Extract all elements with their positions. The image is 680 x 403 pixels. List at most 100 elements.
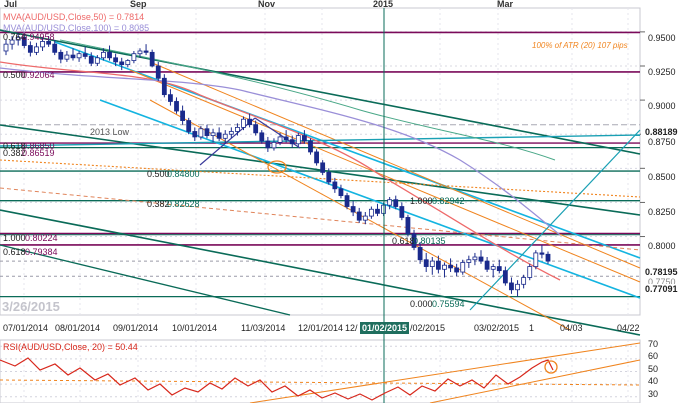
- date-tick: 04/03: [560, 323, 583, 333]
- candle-body: [338, 188, 344, 197]
- price-tag: 0.88189: [645, 127, 678, 137]
- candle-body: [484, 260, 490, 270]
- candle-body: [509, 282, 514, 291]
- top-axis-label: 2015: [373, 0, 393, 9]
- candle-body: [125, 60, 131, 66]
- rsi-axis: 70 60 50 40 30: [648, 339, 658, 399]
- price-tag: 0.77091: [645, 284, 678, 294]
- candle-body: [399, 206, 405, 218]
- rsi-tick: 40: [648, 376, 658, 386]
- atr-label: 100% of ATR (20) 107 pips: [532, 41, 628, 50]
- candle-body: [216, 132, 222, 139]
- top-axis-label: Sep: [130, 0, 147, 9]
- candle-body: [3, 43, 9, 52]
- candle-body: [168, 94, 173, 102]
- candle-body: [545, 253, 551, 262]
- rsi-tick: 60: [648, 351, 658, 361]
- fib-level-label: 0.80224: [25, 233, 58, 243]
- top-axis-label: Nov: [258, 0, 275, 9]
- candle-body: [454, 267, 460, 273]
- fib-ratio-label: 0.000: [410, 299, 433, 309]
- candle-body: [460, 262, 466, 273]
- date-tick: 12/: [345, 323, 358, 333]
- candle-body: [119, 61, 125, 66]
- price-tick: 0.9250: [648, 67, 676, 77]
- legend-ma50: MVA(AUD/USD,Close,50) = 0.7814: [3, 12, 144, 22]
- candle-body: [143, 50, 149, 53]
- fib-ratio-label: 0.618: [392, 236, 415, 246]
- candle-body: [472, 256, 478, 261]
- rsi-tick: 50: [648, 364, 658, 374]
- price-tick: 0.8250: [648, 207, 676, 217]
- date-tick: /02/2015: [410, 323, 445, 333]
- candle-body: [356, 211, 362, 221]
- candle-body: [515, 283, 520, 291]
- price-tag: 0.78195: [645, 267, 678, 277]
- candle-body: [362, 215, 368, 221]
- candle-body: [259, 132, 265, 142]
- candle-body: [107, 51, 112, 59]
- fib-level-label: 0.82628: [167, 199, 200, 209]
- top-axis-label: Mar: [497, 0, 514, 9]
- candle-body: [82, 53, 88, 57]
- candle-body: [113, 57, 119, 63]
- candle-body: [161, 77, 167, 96]
- candle-body: [155, 65, 161, 79]
- candle-body: [76, 53, 82, 59]
- price-tick: 0.8500: [648, 172, 676, 182]
- candle-body: [435, 260, 441, 270]
- fib-level-label: 0.82942: [432, 196, 465, 206]
- candle-body: [350, 206, 356, 213]
- date-tick: 07/01/2014: [3, 323, 48, 333]
- candle-body: [466, 259, 472, 263]
- fib-level-label: 0.86519: [22, 148, 55, 158]
- legend: MVA(AUD/USD,Close,50) = 0.7814 MVA(AUD/U…: [3, 12, 149, 33]
- date-tick: 12/01/2014: [298, 323, 343, 333]
- candle-body: [222, 133, 228, 139]
- top-axis-label: Jul: [4, 0, 17, 9]
- price-tick: 0.9500: [648, 33, 676, 43]
- candle-body: [58, 51, 64, 60]
- fib-ratio-label: 1.000: [3, 233, 26, 243]
- candle-body: [70, 54, 76, 59]
- candle-body: [27, 45, 33, 53]
- candle-body: [198, 128, 204, 138]
- candle-body: [137, 50, 143, 55]
- candle-body: [368, 208, 374, 217]
- candle-body: [320, 162, 326, 173]
- date-tick: 08/01/2014: [55, 323, 100, 333]
- candle: [344, 192, 350, 210]
- candle-body: [247, 118, 252, 126]
- candle-body: [405, 217, 411, 235]
- candle-body: [88, 56, 94, 64]
- fib-level-label: 0.94958: [22, 32, 55, 42]
- candle-body: [429, 260, 435, 267]
- date-tick-highlight: 01/02/2015: [362, 323, 407, 333]
- candle-body: [174, 101, 179, 112]
- price-tick: 0.9000: [648, 101, 676, 111]
- candle-body: [186, 120, 192, 132]
- candle: [527, 263, 533, 281]
- candle: [308, 138, 313, 155]
- date-tick: 11/03/2014: [241, 323, 285, 333]
- fib-level-label: 0.84800: [167, 169, 200, 179]
- candle-body: [344, 195, 350, 207]
- candle-body: [375, 208, 380, 214]
- fib-level-label: 0.75594: [432, 299, 465, 309]
- candle-body: [387, 199, 393, 206]
- candle-body: [496, 266, 502, 272]
- fib-level-label: 0.80135: [413, 236, 446, 246]
- date-tick: 09/01/2014: [113, 323, 158, 333]
- candle-body: [417, 247, 423, 261]
- candle-body: [180, 110, 186, 121]
- candle-body: [502, 270, 508, 284]
- candle-body: [308, 140, 313, 153]
- candle-body: [448, 264, 453, 269]
- candle-body: [490, 266, 496, 270]
- candle-body: [40, 41, 45, 48]
- date-tick: 04/22: [617, 323, 640, 333]
- candle-body: [265, 140, 271, 149]
- candle-body: [64, 54, 70, 60]
- fib-ratio-label: 0.618: [3, 247, 26, 257]
- candle: [186, 117, 192, 135]
